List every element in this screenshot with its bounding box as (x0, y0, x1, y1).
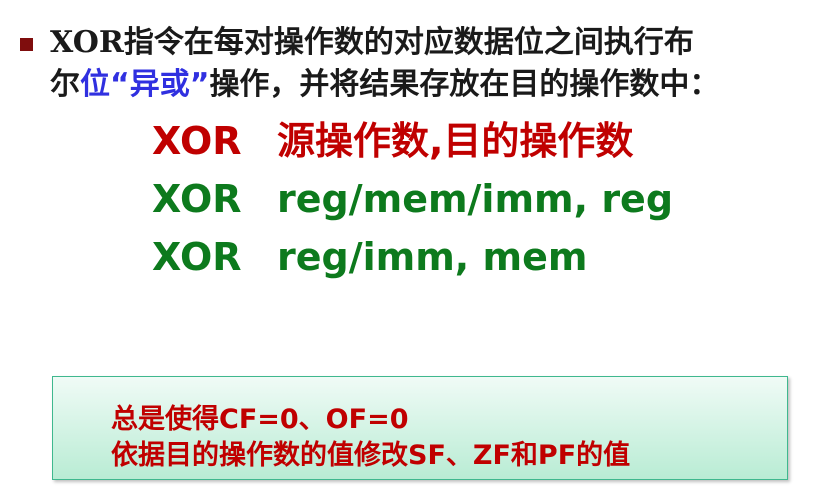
bullet-square-icon (20, 38, 33, 51)
syntax-operands: reg/mem/imm, reg (277, 177, 674, 221)
intro-highlight: 位“异或” (80, 67, 210, 102)
intro-xor-word: XOR (50, 25, 124, 60)
syntax-mnemonic: XOR (152, 235, 242, 279)
syntax-mnemonic: XOR (152, 177, 242, 221)
intro-text-1: 指令在每对操作数的对应数据位之间执行布 (123, 25, 694, 60)
flags-note-line-2: 依据目的操作数的值修改SF、ZF和PF的值 (111, 440, 631, 471)
syntax-mnemonic: XOR (152, 119, 242, 163)
syntax-line-1: XOR 源操作数,目的操作数 (152, 118, 633, 164)
syntax-line-3: XOR reg/imm, mem (152, 234, 587, 280)
intro-paragraph: XOR指令在每对操作数的对应数据位之间执行布尔位“异或”操作，并将结果存放在目的… (50, 22, 810, 106)
syntax-operands: 源操作数,目的操作数 (277, 119, 634, 163)
intro-text-3: 操作，并将结果存放在目的操作数中： (209, 67, 720, 102)
intro-text-2: 尔 (50, 67, 80, 102)
flags-note-line-1: 总是使得CF=0、OF=0 (111, 404, 409, 435)
syntax-line-2: XOR reg/mem/imm, reg (152, 176, 673, 222)
flags-note-box: 总是使得CF=0、OF=0 依据目的操作数的值修改SF、ZF和PF的值 (52, 376, 788, 480)
syntax-operands: reg/imm, mem (277, 235, 588, 279)
